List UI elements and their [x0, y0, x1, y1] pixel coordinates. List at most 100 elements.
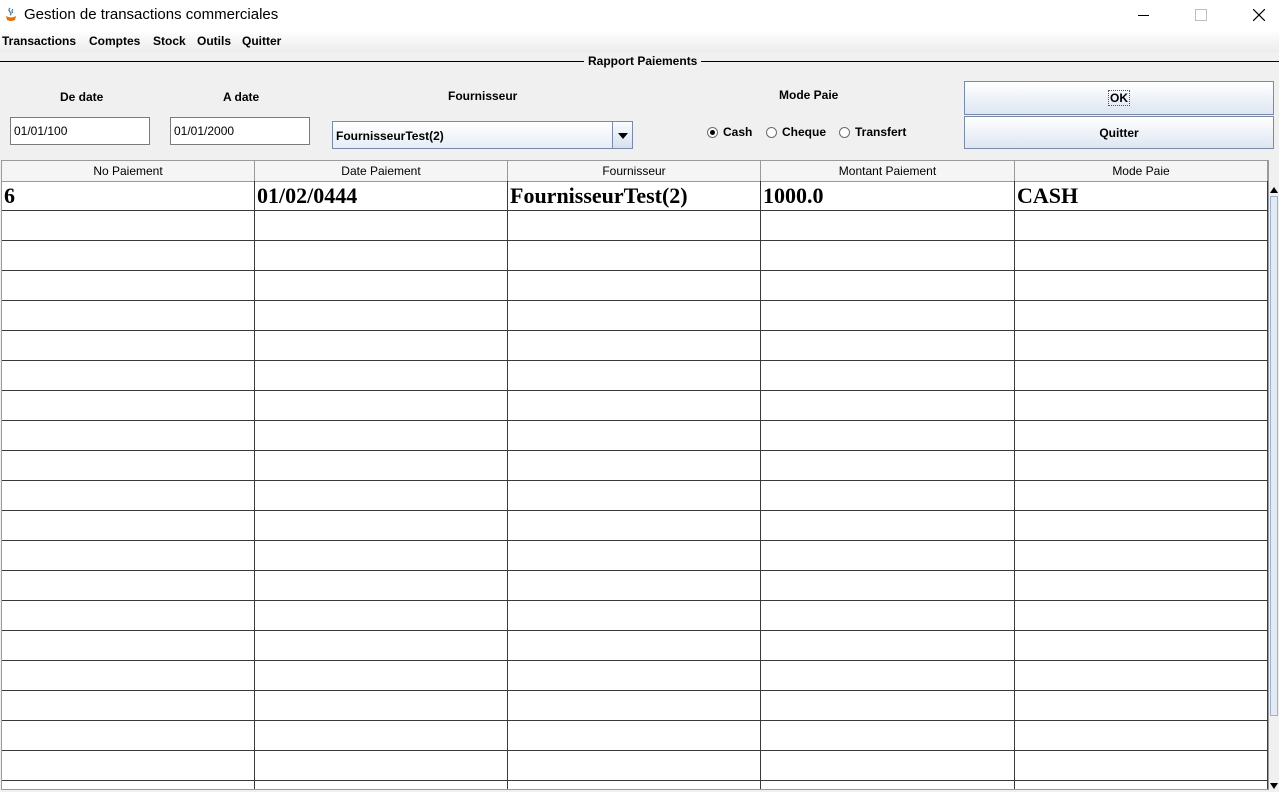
menu-stock[interactable]: Stock — [153, 34, 186, 48]
maximize-button[interactable] — [1178, 0, 1224, 30]
cell-montant-paiement[interactable] — [761, 661, 1015, 690]
cell-montant-paiement[interactable] — [761, 691, 1015, 720]
cell-mode-paie[interactable] — [1015, 421, 1268, 450]
radio-cash-indicator[interactable] — [707, 126, 718, 138]
column-header-date-paiement[interactable]: Date Paiement — [255, 161, 508, 181]
cell-fournisseur[interactable] — [508, 571, 761, 600]
cell-no-paiement[interactable]: 6 — [2, 181, 255, 210]
cell-fournisseur[interactable] — [508, 481, 761, 510]
cell-date-paiement[interactable] — [255, 211, 508, 240]
cell-fournisseur[interactable] — [508, 331, 761, 360]
cell-fournisseur[interactable] — [508, 211, 761, 240]
table-row[interactable] — [2, 571, 1268, 601]
table-row[interactable] — [2, 391, 1268, 421]
cell-fournisseur[interactable] — [508, 601, 761, 630]
cell-mode-paie[interactable] — [1015, 571, 1268, 600]
cell-date-paiement[interactable] — [255, 751, 508, 780]
cell-montant-paiement[interactable] — [761, 481, 1015, 510]
cell-no-paiement[interactable] — [2, 631, 255, 660]
cell-montant-paiement[interactable] — [761, 301, 1015, 330]
cell-mode-paie[interactable] — [1015, 661, 1268, 690]
cell-no-paiement[interactable] — [2, 331, 255, 360]
minimize-button[interactable] — [1120, 0, 1166, 30]
cell-fournisseur[interactable] — [508, 391, 761, 420]
cell-mode-paie[interactable] — [1015, 691, 1268, 720]
table-row[interactable] — [2, 451, 1268, 481]
column-header-mode-paie[interactable]: Mode Paie — [1015, 161, 1268, 181]
to-date-field[interactable]: 01/01/2000 — [170, 117, 310, 145]
table-row[interactable] — [2, 331, 1268, 361]
cell-date-paiement[interactable] — [255, 271, 508, 300]
cell-fournisseur[interactable] — [508, 451, 761, 480]
supplier-combobox[interactable]: FournisseurTest(2) — [332, 121, 633, 149]
cell-fournisseur[interactable] — [508, 241, 761, 270]
scroll-thumb[interactable] — [1270, 196, 1278, 716]
radio-cheque[interactable]: Cheque — [766, 125, 826, 139]
cell-no-paiement[interactable] — [2, 361, 255, 390]
cell-mode-paie[interactable] — [1015, 481, 1268, 510]
cell-no-paiement[interactable] — [2, 661, 255, 690]
cell-montant-paiement[interactable] — [761, 541, 1015, 570]
cell-montant-paiement[interactable] — [761, 451, 1015, 480]
supplier-dropdown-button[interactable] — [612, 122, 632, 148]
cell-montant-paiement[interactable] — [761, 361, 1015, 390]
table-row[interactable] — [2, 241, 1268, 271]
cell-montant-paiement[interactable] — [761, 421, 1015, 450]
table-row[interactable] — [2, 361, 1268, 391]
cell-no-paiement[interactable] — [2, 691, 255, 720]
cell-fournisseur[interactable] — [508, 781, 761, 789]
menu-quitter[interactable]: Quitter — [242, 34, 281, 48]
cell-fournisseur[interactable] — [508, 511, 761, 540]
radio-transfert-indicator[interactable] — [839, 126, 850, 138]
column-header-no-paiement[interactable]: No Paiement — [2, 161, 255, 181]
table-row[interactable] — [2, 301, 1268, 331]
cell-no-paiement[interactable] — [2, 781, 255, 789]
cell-no-paiement[interactable] — [2, 301, 255, 330]
cell-mode-paie[interactable] — [1015, 781, 1268, 789]
table-row[interactable] — [2, 601, 1268, 631]
cell-fournisseur[interactable] — [508, 271, 761, 300]
cell-date-paiement[interactable] — [255, 511, 508, 540]
cell-mode-paie[interactable] — [1015, 541, 1268, 570]
cell-date-paiement[interactable] — [255, 601, 508, 630]
cell-mode-paie[interactable] — [1015, 211, 1268, 240]
cell-date-paiement[interactable] — [255, 781, 508, 789]
cell-montant-paiement[interactable]: 1000.0 — [761, 181, 1015, 210]
cell-montant-paiement[interactable] — [761, 751, 1015, 780]
table-row[interactable] — [2, 271, 1268, 301]
cell-fournisseur[interactable] — [508, 751, 761, 780]
cell-mode-paie[interactable] — [1015, 271, 1268, 300]
cell-date-paiement[interactable] — [255, 721, 508, 750]
cell-date-paiement[interactable]: 01/02/0444 — [255, 181, 508, 210]
ok-button[interactable]: OK — [964, 81, 1274, 115]
table-row[interactable] — [2, 721, 1268, 751]
cell-date-paiement[interactable] — [255, 391, 508, 420]
cell-montant-paiement[interactable] — [761, 391, 1015, 420]
table-row[interactable] — [2, 481, 1268, 511]
cell-fournisseur[interactable] — [508, 301, 761, 330]
cell-date-paiement[interactable] — [255, 481, 508, 510]
cell-fournisseur[interactable] — [508, 541, 761, 570]
cell-montant-paiement[interactable] — [761, 331, 1015, 360]
table-row[interactable] — [2, 421, 1268, 451]
cell-montant-paiement[interactable] — [761, 211, 1015, 240]
cell-no-paiement[interactable] — [2, 721, 255, 750]
cell-date-paiement[interactable] — [255, 691, 508, 720]
cell-fournisseur[interactable] — [508, 721, 761, 750]
radio-transfert[interactable]: Transfert — [839, 125, 906, 139]
menu-transactions[interactable]: Transactions — [2, 34, 76, 48]
menu-outils[interactable]: Outils — [197, 34, 231, 48]
cell-fournisseur[interactable] — [508, 661, 761, 690]
cell-mode-paie[interactable] — [1015, 631, 1268, 660]
cell-montant-paiement[interactable] — [761, 601, 1015, 630]
cell-fournisseur[interactable]: FournisseurTest(2) — [508, 181, 761, 210]
cell-fournisseur[interactable] — [508, 421, 761, 450]
cell-no-paiement[interactable] — [2, 511, 255, 540]
cell-no-paiement[interactable] — [2, 391, 255, 420]
cell-fournisseur[interactable] — [508, 361, 761, 390]
cell-date-paiement[interactable] — [255, 631, 508, 660]
cell-date-paiement[interactable] — [255, 421, 508, 450]
radio-cheque-indicator[interactable] — [766, 126, 777, 138]
cell-mode-paie[interactable] — [1015, 301, 1268, 330]
cell-mode-paie[interactable] — [1015, 361, 1268, 390]
